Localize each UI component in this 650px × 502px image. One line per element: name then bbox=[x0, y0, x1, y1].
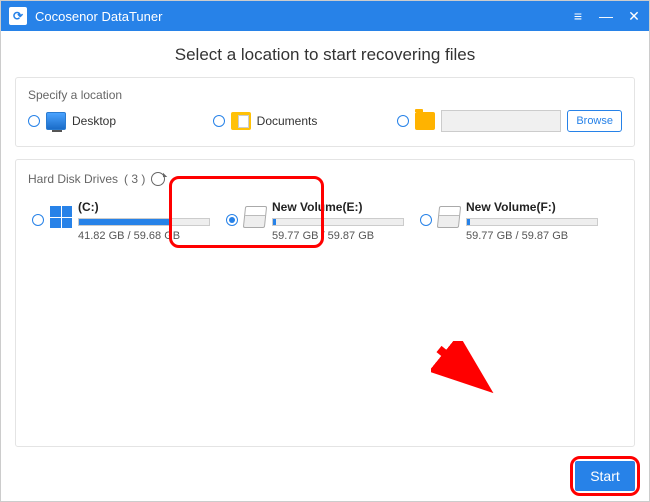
location-custom[interactable]: Browse bbox=[397, 110, 622, 132]
page-title: Select a location to start recovering fi… bbox=[1, 31, 649, 77]
drives-panel: Hard Disk Drives ( 3 ) (C:) 41.82 GB / 59… bbox=[15, 159, 635, 447]
custom-path-input[interactable] bbox=[441, 110, 561, 132]
drive-item[interactable]: New Volume(E:) 59.77 GB / 59.87 GB bbox=[220, 196, 410, 246]
documents-label: Documents bbox=[257, 114, 318, 128]
desktop-icon bbox=[46, 112, 66, 130]
radio-custom[interactable] bbox=[397, 115, 409, 127]
drive-icon bbox=[243, 206, 267, 228]
drive-item[interactable]: (C:) 41.82 GB / 59.68 GB bbox=[26, 196, 216, 246]
browse-button[interactable]: Browse bbox=[567, 110, 622, 132]
minimize-button[interactable]: — bbox=[599, 8, 613, 25]
drive-usage-bar bbox=[466, 218, 598, 226]
drive-icon bbox=[437, 206, 461, 228]
drive-usage-bar bbox=[272, 218, 404, 226]
drive-size: 59.77 GB / 59.87 GB bbox=[466, 230, 598, 242]
radio-drive[interactable] bbox=[420, 214, 432, 226]
window-controls: ≡ — ✕ bbox=[571, 8, 641, 25]
app-title: Cocosenor DataTuner bbox=[35, 9, 162, 24]
refresh-icon[interactable] bbox=[151, 172, 165, 186]
drive-name: New Volume(E:) bbox=[272, 200, 404, 214]
folder-icon bbox=[415, 112, 435, 130]
radio-desktop[interactable] bbox=[28, 115, 40, 127]
drive-usage-bar bbox=[78, 218, 210, 226]
location-desktop[interactable]: Desktop bbox=[28, 112, 203, 130]
documents-icon bbox=[231, 112, 251, 130]
drives-row: (C:) 41.82 GB / 59.68 GB New Volume(E:) 59.… bbox=[16, 196, 634, 246]
radio-drive[interactable] bbox=[226, 214, 238, 226]
start-button[interactable]: Start bbox=[575, 461, 635, 491]
drives-title-prefix: Hard Disk Drives bbox=[28, 172, 118, 186]
windows-icon bbox=[50, 206, 72, 228]
drive-name: New Volume(F:) bbox=[466, 200, 598, 214]
desktop-label: Desktop bbox=[72, 114, 116, 128]
menu-icon[interactable]: ≡ bbox=[571, 8, 585, 25]
annotation-arrow-icon bbox=[431, 341, 501, 401]
drives-count: ( 3 ) bbox=[124, 172, 145, 186]
drive-size: 59.77 GB / 59.87 GB bbox=[272, 230, 404, 242]
specify-location-panel: Specify a location Desktop Documents Bro… bbox=[15, 77, 635, 147]
drives-header: Hard Disk Drives ( 3 ) bbox=[16, 160, 634, 196]
location-documents[interactable]: Documents bbox=[213, 112, 388, 130]
close-button[interactable]: ✕ bbox=[627, 8, 641, 25]
drive-item[interactable]: New Volume(F:) 59.77 GB / 59.87 GB bbox=[414, 196, 604, 246]
radio-drive[interactable] bbox=[32, 214, 44, 226]
specify-location-title: Specify a location bbox=[16, 78, 634, 110]
titlebar: ⟳ Cocosenor DataTuner ≡ — ✕ bbox=[1, 1, 649, 31]
drive-size: 41.82 GB / 59.68 GB bbox=[78, 230, 210, 242]
drive-name: (C:) bbox=[78, 200, 210, 214]
app-logo-icon: ⟳ bbox=[9, 7, 27, 25]
radio-documents[interactable] bbox=[213, 115, 225, 127]
